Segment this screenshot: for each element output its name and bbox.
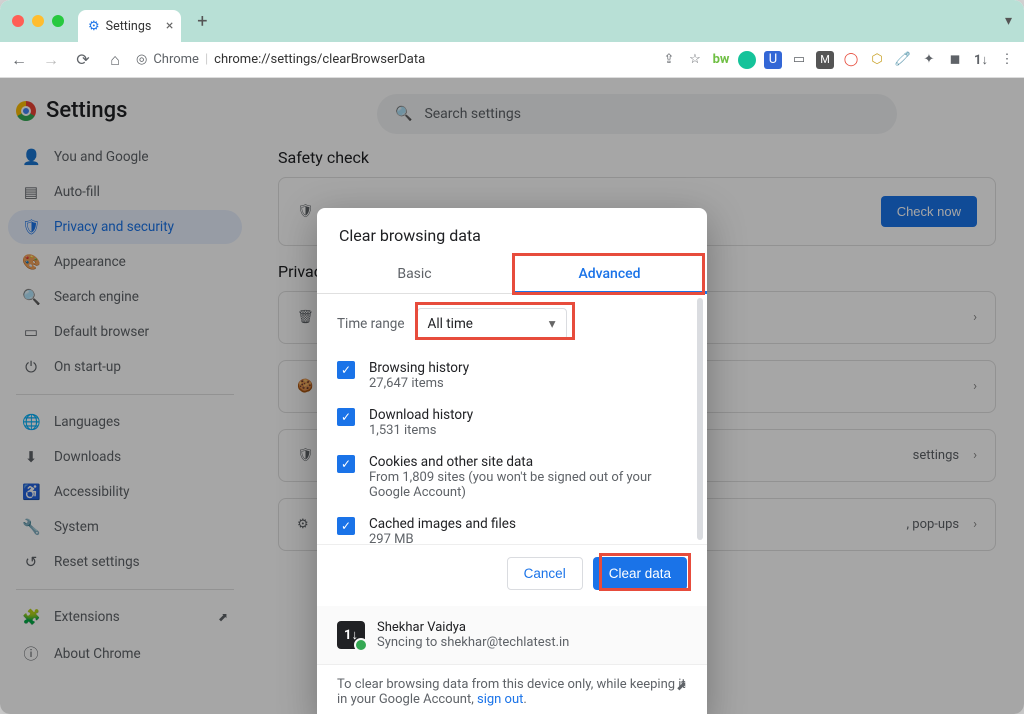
attachment-icon[interactable]: 🧷 <box>894 51 912 69</box>
window-titlebar: ⚙ Settings × + ▾ <box>0 0 1024 42</box>
highlight-cleardata <box>599 553 691 591</box>
tab-basic[interactable]: Basic <box>317 255 512 293</box>
fullscreen-window-icon[interactable] <box>52 15 64 27</box>
1password-icon[interactable]: 1↓ <box>972 51 990 69</box>
chrome-scheme-icon: ◎ <box>136 52 147 67</box>
settings-icon: ⚙ <box>88 19 100 34</box>
time-range-label: Time range <box>337 316 405 332</box>
sync-profile-row: 1↓ Shekhar Vaidya Syncing to shekhar@tec… <box>317 606 707 664</box>
clear-browsing-data-dialog: Clear browsing data Basic Advanced Time … <box>317 208 707 714</box>
home-icon[interactable]: ⌂ <box>104 50 126 70</box>
check-browsing-history[interactable]: ✓ Browsing history27,647 items <box>337 352 687 399</box>
check-download-history[interactable]: ✓ Download history1,531 items <box>337 399 687 446</box>
gmail-icon[interactable]: M <box>816 51 834 69</box>
pip-icon[interactable]: ▭ <box>790 51 808 69</box>
tab-title: Settings <box>106 19 152 34</box>
new-tab-button[interactable]: + <box>189 8 215 34</box>
grammarly-icon[interactable] <box>738 51 756 69</box>
sign-out-link[interactable]: sign out <box>477 692 523 707</box>
stop-icon[interactable]: ◼ <box>946 51 964 69</box>
check-cache[interactable]: ✓ Cached images and files297 MB <box>337 508 687 544</box>
star-icon[interactable]: ☆ <box>686 51 704 69</box>
share-icon[interactable]: ⇪ <box>660 51 678 69</box>
open-in-new-icon[interactable]: ⬈ <box>676 679 687 694</box>
highlight-timerange <box>415 302 575 340</box>
back-icon[interactable]: ← <box>8 50 30 70</box>
checkbox-icon[interactable]: ✓ <box>337 408 355 426</box>
minimize-window-icon[interactable] <box>32 15 44 27</box>
checkbox-icon[interactable]: ✓ <box>337 517 355 535</box>
url-scheme: Chrome <box>153 52 199 67</box>
ext2-icon[interactable]: ⬡ <box>868 51 886 69</box>
extensions-icon[interactable]: ✦ <box>920 51 938 69</box>
menu-icon[interactable]: ⋮ <box>998 51 1016 69</box>
checkbox-icon[interactable]: ✓ <box>337 455 355 473</box>
close-window-icon[interactable] <box>12 15 24 27</box>
opera-gx-icon[interactable]: ◯ <box>842 51 860 69</box>
close-tab-icon[interactable]: × <box>166 18 173 34</box>
address-bar[interactable]: ◎ Chrome | chrome://settings/clearBrowse… <box>136 52 425 67</box>
ext-bw[interactable]: bw <box>712 51 730 69</box>
browser-toolbar: ← → ⟳ ⌂ ◎ Chrome | chrome://settings/cle… <box>0 42 1024 78</box>
profile-avatar: 1↓ <box>337 621 365 649</box>
reload-icon[interactable]: ⟳ <box>72 50 94 69</box>
highlight-advanced <box>512 253 705 295</box>
ublock-icon[interactable]: U <box>764 51 782 69</box>
url-text: chrome://settings/clearBrowserData <box>214 52 425 67</box>
browser-tab[interactable]: ⚙ Settings × <box>78 10 181 42</box>
checkbox-icon[interactable]: ✓ <box>337 361 355 379</box>
dialog-title: Clear browsing data <box>317 208 707 255</box>
scrollbar[interactable] <box>697 298 703 540</box>
dialog-footer: To clear browsing data from this device … <box>317 664 707 714</box>
cancel-button[interactable]: Cancel <box>507 557 583 590</box>
check-cookies[interactable]: ✓ Cookies and other site dataFrom 1,809 … <box>337 446 687 508</box>
profile-sync: Syncing to shekhar@techlatest.in <box>377 635 569 650</box>
chevron-down-icon[interactable]: ▾ <box>1005 13 1012 29</box>
profile-name: Shekhar Vaidya <box>377 620 569 635</box>
forward-icon[interactable]: → <box>40 50 62 70</box>
